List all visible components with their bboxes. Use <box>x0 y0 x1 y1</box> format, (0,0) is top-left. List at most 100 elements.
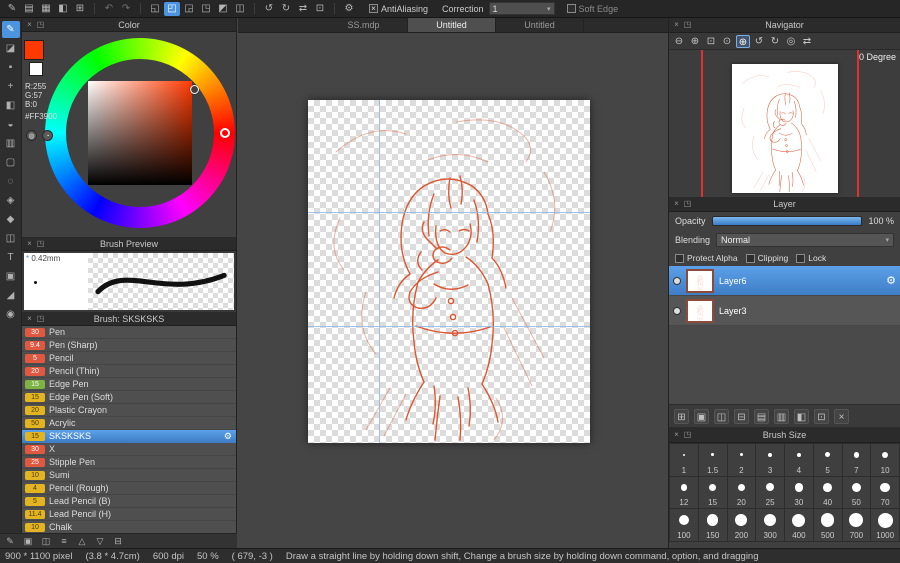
magic-wand-tool[interactable]: ◈ <box>2 192 20 209</box>
eraser-tool[interactable]: ◪ <box>2 40 20 57</box>
layer-item[interactable]: Layer6 ⚙ <box>669 266 900 296</box>
brush-item[interactable]: 30 X <box>22 443 236 456</box>
close-panel-icon[interactable]: × <box>25 312 34 325</box>
brush-item[interactable]: 50 Acrylic <box>22 417 236 430</box>
gear-icon[interactable]: ⚙ <box>341 2 357 16</box>
brush-item[interactable]: 15 SKSKSKS ⚙ <box>22 430 236 443</box>
brush-item[interactable]: 9.4 Pen (Sharp) <box>22 339 236 352</box>
lasso-tool[interactable]: ◌ <box>2 173 20 190</box>
zoom-out-icon[interactable]: ⊖ <box>672 35 686 48</box>
popout-panel-icon[interactable]: ◳ <box>683 18 692 31</box>
brush-size-option[interactable]: 12 <box>670 476 698 509</box>
select-add-icon[interactable]: ◲ <box>181 2 197 16</box>
close-panel-icon[interactable]: × <box>25 237 34 250</box>
rotate-right-icon[interactable]: ↻ <box>768 35 782 48</box>
brush-size-option[interactable]: 50 <box>842 476 871 509</box>
delete-brush-button[interactable]: ⊟ <box>112 536 124 547</box>
brush-size-option[interactable]: 20 <box>727 476 756 509</box>
close-panel-icon[interactable]: × <box>672 18 681 31</box>
popout-panel-icon[interactable]: ◳ <box>36 312 45 325</box>
saturation-value-square[interactable] <box>88 81 192 185</box>
brush-size-option[interactable]: 500 <box>813 509 842 541</box>
brush-size-option[interactable]: 1 <box>670 444 698 476</box>
brush-item[interactable]: 5 Pencil <box>22 352 236 365</box>
layer-item[interactable]: Layer3 <box>669 296 900 326</box>
layer-settings-gear-icon[interactable]: ⚙ <box>886 274 896 287</box>
reset-rotation-icon[interactable]: ◎ <box>784 35 798 48</box>
reset-view-icon[interactable]: ⊡ <box>312 2 328 16</box>
flip-horizontal-icon[interactable]: ⇄ <box>295 2 311 16</box>
select-pen-tool[interactable]: ◆ <box>2 211 20 228</box>
brush-item[interactable]: 20 Plastic Crayon <box>22 404 236 417</box>
brush-size-option[interactable]: 3 <box>756 444 784 476</box>
brush-size-option[interactable]: 150 <box>698 509 727 541</box>
copy-layer-button[interactable]: ◧ <box>794 408 809 424</box>
brush-size-option[interactable]: 400 <box>785 509 813 541</box>
select-subtract-icon[interactable]: ◳ <box>198 2 214 16</box>
duplicate-layer-button[interactable]: ◫ <box>714 408 729 424</box>
brush-size-option[interactable]: 200 <box>727 509 756 541</box>
brush-settings-gear-icon[interactable]: ⚙ <box>224 431 232 442</box>
undo-icon[interactable]: ↶ <box>101 2 117 16</box>
brush-item[interactable]: 11.4 Lead Pencil (H) <box>22 508 236 521</box>
select-tool-icon[interactable]: ◱ <box>147 2 163 16</box>
add-brush-folder-button[interactable]: ▣ <box>22 536 34 547</box>
flip-view-icon[interactable]: ⇄ <box>800 35 814 48</box>
comment-icon[interactable]: ▤ <box>21 2 37 16</box>
invert-selection-icon[interactable]: ◩ <box>215 2 231 16</box>
brush-size-option[interactable]: 300 <box>756 509 784 541</box>
snap-grid-icon[interactable]: ⊞ <box>72 2 88 16</box>
brush-tool[interactable]: ✎ <box>1 21 20 38</box>
redo-icon[interactable]: ↷ <box>118 2 134 16</box>
brush-size-option[interactable]: 25 <box>756 476 784 509</box>
close-panel-icon[interactable]: × <box>25 18 34 31</box>
rotate-left-canvas-icon[interactable]: ↺ <box>261 2 277 16</box>
brush-size-option[interactable]: 2 <box>727 444 756 476</box>
brush-size-option[interactable]: 1000 <box>871 509 899 541</box>
saturation-value-marker[interactable] <box>190 85 199 94</box>
brush-item[interactable]: 10 Sumi <box>22 469 236 482</box>
brush-size-option[interactable]: 40 <box>813 476 842 509</box>
brush-size-option[interactable]: 5 <box>813 444 842 476</box>
layer-visibility-toggle[interactable] <box>673 306 681 315</box>
text-tool[interactable]: T <box>2 249 20 266</box>
lock-checkbox[interactable]: Lock <box>796 253 826 263</box>
background-color-swatch[interactable] <box>29 62 43 76</box>
brush-size-option[interactable]: 4 <box>785 444 813 476</box>
popout-panel-icon[interactable]: ◳ <box>36 237 45 250</box>
brush-size-option[interactable]: 30 <box>785 476 813 509</box>
brush-item[interactable]: 20 Pencil (Thin) <box>22 365 236 378</box>
brush-size-option[interactable]: 700 <box>842 509 871 541</box>
select-eraser-tool[interactable]: ◫ <box>2 230 20 247</box>
popout-panel-icon[interactable]: ◳ <box>683 428 692 441</box>
hand-tool[interactable]: ◉ <box>2 306 20 323</box>
display-icon[interactable]: ▦ <box>38 2 54 16</box>
fit-window-icon[interactable]: ⊡ <box>704 35 718 48</box>
pen-settings-icon[interactable]: ✎ <box>4 2 20 16</box>
brush-item[interactable]: 4 Pencil (Rough) <box>22 482 236 495</box>
brush-size-option[interactable]: 1.5 <box>698 444 727 476</box>
soft-edge-checkbox[interactable]: Soft Edge <box>566 4 618 14</box>
canvas[interactable] <box>308 100 590 443</box>
close-panel-icon[interactable]: × <box>672 197 681 210</box>
zoom-in-icon[interactable]: ⊕ <box>688 35 702 48</box>
dot-pen-tool[interactable]: ▪ <box>2 59 20 76</box>
layer-folder-button[interactable]: ▥ <box>774 408 789 424</box>
clipping-checkbox[interactable]: Clipping <box>745 253 788 263</box>
deselect-icon[interactable]: ◫ <box>232 2 248 16</box>
brush-size-option[interactable]: 15 <box>698 476 727 509</box>
brush-size-option[interactable]: 7 <box>842 444 871 476</box>
popout-panel-icon[interactable]: ◳ <box>36 18 45 31</box>
brush-menu-button[interactable]: ≡ <box>58 536 70 546</box>
document-tab[interactable]: Untitled <box>496 18 584 32</box>
move-brush-down-button[interactable]: ▽ <box>94 536 106 547</box>
fill-tool[interactable]: ◧ <box>2 97 20 114</box>
close-panel-icon[interactable]: × <box>672 428 681 441</box>
brush-item[interactable]: 30 Pen <box>22 326 236 339</box>
brush-item[interactable]: 15 Edge Pen (Soft) <box>22 391 236 404</box>
merge-down-button[interactable]: ▤ <box>754 408 769 424</box>
actual-size-icon[interactable]: ⊙ <box>720 35 734 48</box>
document-tab[interactable]: SS.mdp <box>320 18 408 32</box>
delete-layer-button[interactable]: × <box>834 408 849 424</box>
move-tool[interactable]: + <box>2 78 20 95</box>
